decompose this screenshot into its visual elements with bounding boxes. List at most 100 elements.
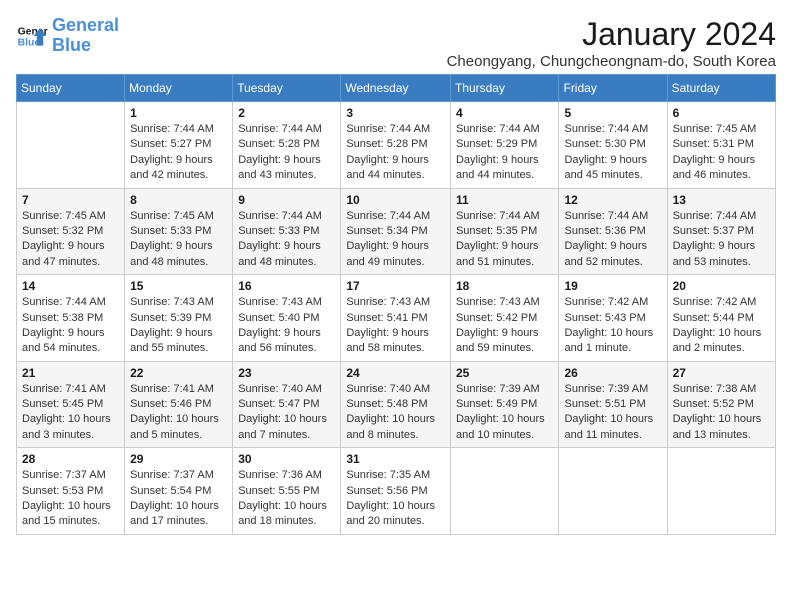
day-cell-13: 13Sunrise: 7:44 AM Sunset: 5:37 PM Dayli… bbox=[667, 188, 775, 275]
day-cell-8: 8 Sunrise: 7:45 AM Sunset: 5:33 PM Daylig… bbox=[125, 188, 233, 275]
day-number: 7 bbox=[22, 193, 119, 207]
day-info: Sunrise: 7:39 AM Sunset: 5:49 PM Dayligh… bbox=[456, 382, 554, 444]
day-cell-22: 22 Sunrise: 7:41 AM Sunset: 5:46 PM Dayli… bbox=[125, 361, 233, 448]
day-number: 24 bbox=[346, 366, 445, 380]
day-info: Sunrise: 7:44 AM Sunset: 5:30 PM Dayligh… bbox=[564, 122, 661, 184]
day-number: 17 bbox=[346, 279, 445, 293]
day-cell-14: 14 Sunrise: 7:44 AM Sunset: 5:38 PM Dayli… bbox=[17, 275, 125, 362]
logo-blue: Blue bbox=[52, 36, 119, 56]
weekday-header-sunday: Sunday bbox=[17, 75, 125, 102]
day-info: Sunrise: 7:45 AM Sunset: 5:31 PM Dayligh… bbox=[673, 122, 770, 184]
day-info: Sunrise: 7:43 AM Sunset: 5:40 PM Dayligh… bbox=[238, 295, 335, 357]
week-row-5: 28 Sunrise: 7:37 AM Sunset: 5:53 PM Dayli… bbox=[17, 448, 776, 535]
empty-cell bbox=[559, 448, 667, 535]
weekday-header-wednesday: Wednesday bbox=[341, 75, 451, 102]
day-number: 13 bbox=[673, 193, 770, 207]
day-cell-9: 9Sunrise: 7:44 AM Sunset: 5:33 PM Daylig… bbox=[233, 188, 341, 275]
weekday-header-friday: Friday bbox=[559, 75, 667, 102]
header: General Blue General Blue January 2024 C… bbox=[16, 16, 776, 70]
day-number: 3 bbox=[346, 106, 445, 120]
day-cell-18: 18 Sunrise: 7:43 AM Sunset: 5:42 PM Dayli… bbox=[450, 275, 559, 362]
day-info: Sunrise: 7:41 AM Sunset: 5:46 PM Dayligh… bbox=[130, 382, 227, 444]
logo-text: General bbox=[52, 16, 119, 36]
day-info: Sunrise: 7:43 AM Sunset: 5:42 PM Dayligh… bbox=[456, 295, 554, 357]
day-number: 14 bbox=[22, 279, 119, 293]
day-cell-17: 17Sunrise: 7:43 AM Sunset: 5:41 PM Dayli… bbox=[341, 275, 451, 362]
calendar-table: SundayMondayTuesdayWednesdayThursdayFrid… bbox=[16, 74, 776, 535]
day-cell-20: 20 Sunrise: 7:42 AM Sunset: 5:44 PM Dayli… bbox=[667, 275, 775, 362]
title-block: January 2024 Cheongyang, Chungcheongnam-… bbox=[447, 16, 776, 70]
week-row-4: 21 Sunrise: 7:41 AM Sunset: 5:45 PM Dayli… bbox=[17, 361, 776, 448]
day-info: Sunrise: 7:44 AM Sunset: 5:38 PM Dayligh… bbox=[22, 295, 119, 357]
day-info: Sunrise: 7:39 AM Sunset: 5:51 PM Dayligh… bbox=[564, 382, 661, 444]
day-number: 2 bbox=[238, 106, 335, 120]
day-cell-7: 7 Sunrise: 7:45 AM Sunset: 5:32 PM Daylig… bbox=[17, 188, 125, 275]
day-number: 20 bbox=[673, 279, 770, 293]
day-number: 15 bbox=[130, 279, 227, 293]
day-info: Sunrise: 7:40 AM Sunset: 5:48 PM Dayligh… bbox=[346, 382, 445, 444]
day-cell-6: 6 Sunrise: 7:45 AM Sunset: 5:31 PM Daylig… bbox=[667, 102, 775, 189]
day-number: 8 bbox=[130, 193, 227, 207]
empty-cell bbox=[17, 102, 125, 189]
day-number: 19 bbox=[564, 279, 661, 293]
day-number: 9 bbox=[238, 193, 335, 207]
day-number: 10 bbox=[346, 193, 445, 207]
day-cell-16: 16 Sunrise: 7:43 AM Sunset: 5:40 PM Dayli… bbox=[233, 275, 341, 362]
day-info: Sunrise: 7:42 AM Sunset: 5:44 PM Dayligh… bbox=[673, 295, 770, 357]
week-row-3: 14 Sunrise: 7:44 AM Sunset: 5:38 PM Dayli… bbox=[17, 275, 776, 362]
day-number: 21 bbox=[22, 366, 119, 380]
day-info: Sunrise: 7:41 AM Sunset: 5:45 PM Dayligh… bbox=[22, 382, 119, 444]
empty-cell bbox=[450, 448, 559, 535]
day-info: Sunrise: 7:44 AM Sunset: 5:34 PM Dayligh… bbox=[346, 209, 445, 271]
day-number: 4 bbox=[456, 106, 554, 120]
day-info: Sunrise: 7:45 AM Sunset: 5:32 PM Dayligh… bbox=[22, 209, 119, 271]
day-info: Sunrise: 7:38 AM Sunset: 5:52 PM Dayligh… bbox=[673, 382, 770, 444]
weekday-header-row: SundayMondayTuesdayWednesdayThursdayFrid… bbox=[17, 75, 776, 102]
day-info: Sunrise: 7:45 AM Sunset: 5:33 PM Dayligh… bbox=[130, 209, 227, 271]
day-info: Sunrise: 7:44 AM Sunset: 5:29 PM Dayligh… bbox=[456, 122, 554, 184]
day-number: 16 bbox=[238, 279, 335, 293]
day-number: 12 bbox=[564, 193, 661, 207]
day-info: Sunrise: 7:43 AM Sunset: 5:39 PM Dayligh… bbox=[130, 295, 227, 357]
day-number: 28 bbox=[22, 452, 119, 466]
day-number: 11 bbox=[456, 193, 554, 207]
day-info: Sunrise: 7:44 AM Sunset: 5:35 PM Dayligh… bbox=[456, 209, 554, 271]
day-info: Sunrise: 7:37 AM Sunset: 5:53 PM Dayligh… bbox=[22, 468, 119, 530]
day-number: 6 bbox=[673, 106, 770, 120]
logo-icon: General Blue bbox=[16, 20, 48, 52]
day-number: 23 bbox=[238, 366, 335, 380]
empty-cell bbox=[667, 448, 775, 535]
day-number: 1 bbox=[130, 106, 227, 120]
logo: General Blue General Blue bbox=[16, 16, 119, 56]
day-cell-31: 31 Sunrise: 7:35 AM Sunset: 5:56 PM Dayli… bbox=[341, 448, 451, 535]
day-info: Sunrise: 7:40 AM Sunset: 5:47 PM Dayligh… bbox=[238, 382, 335, 444]
day-cell-1: 1 Sunrise: 7:44 AM Sunset: 5:27 PM Daylig… bbox=[125, 102, 233, 189]
logo-general: General bbox=[52, 15, 119, 35]
day-cell-28: 28 Sunrise: 7:37 AM Sunset: 5:53 PM Dayli… bbox=[17, 448, 125, 535]
day-number: 29 bbox=[130, 452, 227, 466]
day-cell-10: 10 Sunrise: 7:44 AM Sunset: 5:34 PM Dayli… bbox=[341, 188, 451, 275]
day-number: 31 bbox=[346, 452, 445, 466]
day-info: Sunrise: 7:35 AM Sunset: 5:56 PM Dayligh… bbox=[346, 468, 445, 530]
day-info: Sunrise: 7:44 AM Sunset: 5:27 PM Dayligh… bbox=[130, 122, 227, 184]
day-cell-5: 5 Sunrise: 7:44 AM Sunset: 5:30 PM Daylig… bbox=[559, 102, 667, 189]
day-cell-11: 11 Sunrise: 7:44 AM Sunset: 5:35 PM Dayli… bbox=[450, 188, 559, 275]
day-number: 25 bbox=[456, 366, 554, 380]
week-row-2: 7 Sunrise: 7:45 AM Sunset: 5:32 PM Daylig… bbox=[17, 188, 776, 275]
day-cell-19: 19 Sunrise: 7:42 AM Sunset: 5:43 PM Dayli… bbox=[559, 275, 667, 362]
day-number: 18 bbox=[456, 279, 554, 293]
day-cell-3: 3Sunrise: 7:44 AM Sunset: 5:28 PM Daylig… bbox=[341, 102, 451, 189]
day-cell-24: 24 Sunrise: 7:40 AM Sunset: 5:48 PM Dayli… bbox=[341, 361, 451, 448]
day-number: 22 bbox=[130, 366, 227, 380]
day-info: Sunrise: 7:44 AM Sunset: 5:28 PM Dayligh… bbox=[238, 122, 335, 184]
day-cell-30: 30Sunrise: 7:36 AM Sunset: 5:55 PM Dayli… bbox=[233, 448, 341, 535]
weekday-header-monday: Monday bbox=[125, 75, 233, 102]
week-row-1: 1 Sunrise: 7:44 AM Sunset: 5:27 PM Daylig… bbox=[17, 102, 776, 189]
day-number: 26 bbox=[564, 366, 661, 380]
weekday-header-thursday: Thursday bbox=[450, 75, 559, 102]
day-cell-29: 29Sunrise: 7:37 AM Sunset: 5:54 PM Dayli… bbox=[125, 448, 233, 535]
day-cell-2: 2 Sunrise: 7:44 AM Sunset: 5:28 PM Daylig… bbox=[233, 102, 341, 189]
day-info: Sunrise: 7:42 AM Sunset: 5:43 PM Dayligh… bbox=[564, 295, 661, 357]
day-number: 5 bbox=[564, 106, 661, 120]
day-number: 27 bbox=[673, 366, 770, 380]
